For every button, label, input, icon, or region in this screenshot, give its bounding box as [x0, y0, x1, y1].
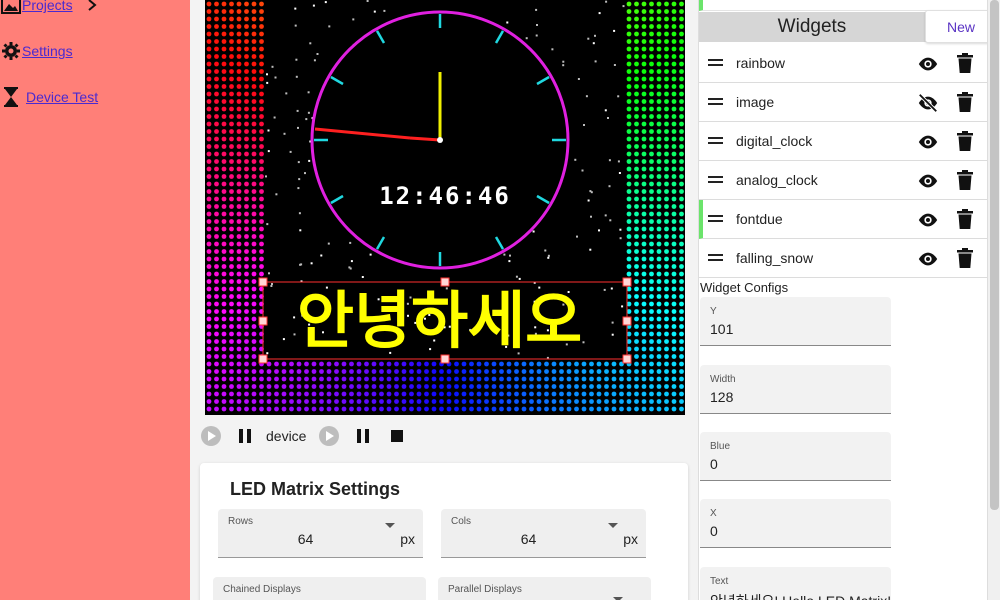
chained-displays-field[interactable]: Chained Displays [213, 577, 426, 600]
widget-row[interactable]: image [699, 83, 987, 122]
widget-name: fontdue [736, 211, 783, 227]
device-play-button[interactable] [316, 423, 342, 449]
stop-icon [391, 430, 404, 442]
widget-row[interactable]: rainbow [699, 44, 987, 83]
cols-select[interactable]: Cols 64 px [441, 509, 646, 558]
config-label: Y [710, 306, 717, 317]
sidebar: Projects Settings Device Test [0, 0, 190, 600]
banner-text: 안녕하세오 [297, 284, 582, 357]
widget-row[interactable]: analog_clock [699, 161, 987, 200]
widget-name: falling_snow [736, 250, 814, 266]
rows-value: 64 [297, 531, 314, 547]
cols-unit: px [623, 531, 638, 547]
visibility-off-icon[interactable] [917, 92, 939, 114]
config-label: X [710, 508, 717, 519]
drag-handle-icon[interactable] [708, 98, 723, 107]
delete-icon[interactable] [957, 170, 975, 191]
config-field-text[interactable]: Text 안녕하세오! Hello LED Matrix! [700, 567, 891, 600]
rows-select[interactable]: Rows 64 px [218, 509, 423, 558]
config-value: 안녕하세오! Hello LED Matrix! [710, 591, 891, 600]
cols-value: 64 [520, 531, 537, 547]
main-panel: 12:46:46 안녕하세오 device LED Matrix Setting… [190, 0, 698, 600]
chained-displays-label: Chained Displays [223, 584, 301, 595]
visibility-icon[interactable] [917, 248, 939, 270]
led-matrix-preview[interactable]: 12:46:46 안녕하세오 [205, 0, 685, 415]
scrollbar-thumb[interactable] [990, 0, 999, 510]
pause-button[interactable] [232, 423, 258, 449]
pause-icon [357, 429, 370, 443]
delete-icon[interactable] [957, 209, 975, 230]
widgets-title: Widgets [777, 16, 847, 37]
widgets-panel: Widgets New rainbow image digital_clock ana… [698, 0, 1000, 600]
parallel-displays-field[interactable]: Parallel Displays [438, 577, 651, 600]
widget-configs-title: Widget Configs [700, 280, 789, 295]
config-label: Text [710, 576, 729, 587]
config-field-x[interactable]: X 0 [700, 499, 891, 548]
widget-list: rainbow image digital_clock analog_clockfon… [699, 44, 987, 278]
delete-icon[interactable] [957, 248, 975, 269]
drag-handle-icon[interactable] [708, 176, 723, 185]
delete-icon[interactable] [957, 92, 975, 113]
rows-label: Rows [228, 516, 254, 527]
sidebar-item-projects[interactable]: Projects [0, 0, 97, 16]
visibility-icon[interactable] [917, 53, 939, 75]
device-stop-button[interactable] [384, 423, 410, 449]
drag-handle-icon[interactable] [708, 59, 723, 68]
config-field-blue[interactable]: Blue 0 [700, 432, 891, 481]
play-circle-icon [319, 426, 340, 446]
settings-title: LED Matrix Settings [230, 479, 401, 499]
scrollbar[interactable] [987, 0, 1000, 600]
sidebar-item-label[interactable]: Projects [22, 0, 73, 13]
device-pause-button[interactable] [350, 423, 376, 449]
dropdown-caret-icon [608, 523, 618, 528]
drag-handle-icon[interactable] [708, 254, 723, 263]
play-button[interactable] [198, 423, 224, 449]
delete-icon[interactable] [957, 131, 975, 152]
drag-handle-icon[interactable] [708, 137, 723, 146]
sidebar-item-device-test[interactable]: Device Test [0, 86, 98, 108]
config-label: Blue [710, 441, 731, 452]
digital-clock-text: 12:46:46 [379, 182, 511, 210]
sidebar-item-label[interactable]: Settings [22, 43, 73, 59]
led-matrix-settings-card: LED Matrix Settings Rows 64 px Cols 64 p… [200, 463, 688, 600]
dropdown-caret-icon [385, 523, 395, 528]
widget-row[interactable]: falling_snow [699, 239, 987, 278]
parallel-displays-label: Parallel Displays [448, 584, 522, 595]
config-value: 0 [710, 523, 718, 539]
visibility-icon[interactable] [917, 209, 939, 231]
config-value: 0 [710, 456, 718, 472]
config-field-y[interactable]: Y 101 [700, 297, 891, 346]
visibility-icon[interactable] [917, 131, 939, 153]
widget-name: digital_clock [736, 133, 813, 149]
image-icon [0, 0, 22, 16]
matrix-canvas: 12:46:46 안녕하세오 [206, 0, 684, 412]
chevron-right-icon[interactable] [87, 0, 97, 12]
pause-icon [239, 429, 251, 443]
drag-handle-icon[interactable] [708, 215, 723, 224]
sidebar-item-settings[interactable]: Settings [0, 40, 73, 62]
widget-name: rainbow [736, 55, 786, 71]
widget-name: image [736, 94, 775, 110]
widget-row[interactable]: digital_clock [699, 122, 987, 161]
widget-row[interactable]: fontdue [699, 200, 987, 239]
playback-toolbar: device [198, 423, 418, 449]
config-value: 101 [710, 321, 734, 337]
config-field-width[interactable]: Width 128 [700, 365, 891, 414]
hourglass-icon [0, 86, 22, 108]
delete-icon[interactable] [957, 53, 975, 74]
rows-unit: px [400, 531, 415, 547]
config-label: Width [710, 374, 736, 385]
cols-label: Cols [451, 516, 472, 527]
widget-name: analog_clock [736, 172, 818, 188]
analog-clock [310, 10, 570, 270]
config-value: 128 [710, 389, 734, 405]
gear-icon [0, 40, 22, 62]
device-label: device [266, 428, 307, 444]
visibility-icon[interactable] [917, 170, 939, 192]
sidebar-item-label[interactable]: Device Test [26, 89, 98, 105]
play-circle-icon [201, 426, 221, 446]
